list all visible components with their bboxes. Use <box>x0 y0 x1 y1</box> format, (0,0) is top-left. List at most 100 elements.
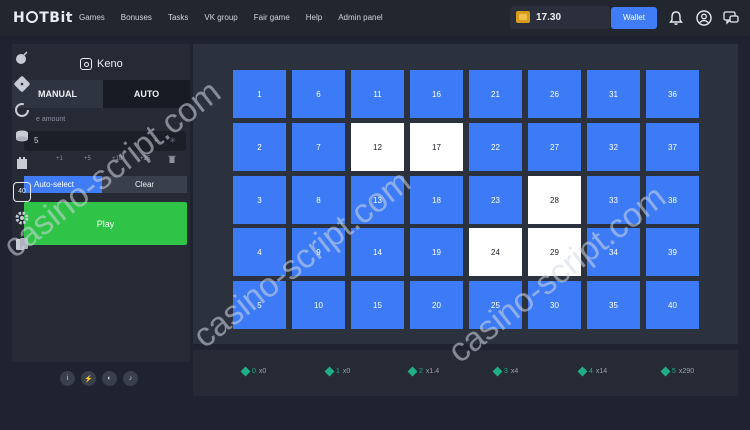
payout-multiplier: x1.4 <box>425 368 440 375</box>
nav-bonuses[interactable]: Bonuses <box>121 13 152 22</box>
keno-cell[interactable]: 4 <box>233 228 286 276</box>
chat-icon[interactable] <box>722 9 740 27</box>
keno-cell[interactable]: 36 <box>646 70 699 118</box>
nav-help[interactable]: Help <box>306 13 322 22</box>
keno-cell[interactable]: 30 <box>528 281 581 329</box>
profile-icon[interactable] <box>695 9 713 27</box>
top-bar: H TBit Games Bonuses Tasks VK group Fair … <box>0 0 750 36</box>
payout-multiplier: x14 <box>595 368 608 375</box>
site-logo[interactable]: H TBit <box>13 10 73 26</box>
shield-icon[interactable]: ◐ <box>102 371 117 386</box>
multiply-icon[interactable]: ✳ <box>169 131 176 151</box>
keno-cell[interactable]: 22 <box>469 123 522 171</box>
keno-cell[interactable]: 13 <box>351 176 404 224</box>
keno-game-icon[interactable]: 40 <box>13 182 31 202</box>
keno-cell[interactable]: 10 <box>292 281 345 329</box>
payout-multiplier: x4 <box>510 368 519 375</box>
nav-admin-panel[interactable]: Admin panel <box>338 13 382 22</box>
keno-cell[interactable]: 18 <box>410 176 463 224</box>
payout-item: 0 x0 <box>240 366 266 377</box>
keno-cell[interactable]: 20 <box>410 281 463 329</box>
payout-item: 1 x0 <box>324 366 351 377</box>
keno-cell[interactable]: 31 <box>587 70 640 118</box>
keno-cell[interactable]: 23 <box>469 176 522 224</box>
keno-cell[interactable]: 9 <box>292 228 345 276</box>
keno-cell[interactable]: 37 <box>646 123 699 171</box>
quick-bet-plus-10[interactable]: +10 <box>112 156 140 162</box>
keno-cell[interactable]: 28 <box>528 176 581 224</box>
keno-cell[interactable]: 15 <box>351 281 404 329</box>
keno-cell[interactable]: 27 <box>528 123 581 171</box>
tab-auto[interactable]: AUTO <box>103 80 190 108</box>
payout-hits: 5 <box>672 368 676 375</box>
keno-icon <box>80 58 92 70</box>
quick-bet-plus-1[interactable]: +1 <box>56 156 84 162</box>
keno-cell[interactable]: 34 <box>587 228 640 276</box>
quick-bet-plus-25[interactable]: +25 <box>140 156 168 162</box>
keno-cell[interactable]: 24 <box>469 228 522 276</box>
keno-cell[interactable]: 3 <box>233 176 286 224</box>
dice-icon[interactable] <box>14 76 30 92</box>
bet-amount-label: e amount <box>36 116 66 123</box>
info-icon[interactable]: i <box>60 371 75 386</box>
keno-cell[interactable]: 8 <box>292 176 345 224</box>
sound-icon[interactable]: ♪ <box>123 371 138 386</box>
keno-cell[interactable]: 40 <box>646 281 699 329</box>
keno-cell[interactable]: 33 <box>587 176 640 224</box>
keno-cell[interactable]: 16 <box>410 70 463 118</box>
payout-multiplier: x0 <box>342 368 351 375</box>
payout-hits: 0 <box>252 368 256 375</box>
lightning-icon[interactable]: ⚡ <box>81 371 96 386</box>
plus-icon[interactable]: + <box>153 131 158 151</box>
keno-cell[interactable]: 29 <box>528 228 581 276</box>
keno-cell[interactable]: 19 <box>410 228 463 276</box>
game-title-label: Keno <box>97 58 123 70</box>
keno-cell[interactable]: 11 <box>351 70 404 118</box>
clear-button[interactable]: Clear <box>102 176 187 193</box>
play-button[interactable]: Play <box>24 202 187 245</box>
nav-games[interactable]: Games <box>79 13 105 22</box>
balance-display: 17.30 <box>510 6 610 29</box>
keno-cell[interactable]: 35 <box>587 281 640 329</box>
payout-item: 4 x14 <box>577 366 608 377</box>
keno-cell[interactable]: 2 <box>233 123 286 171</box>
payout-hits: 4 <box>589 368 593 375</box>
payout-multiplier: x290 <box>678 368 695 375</box>
keno-cell[interactable]: 1 <box>233 70 286 118</box>
quick-bet-plus-5[interactable]: +5 <box>84 156 112 162</box>
payout-item: 3 x4 <box>492 366 519 377</box>
auto-select-button[interactable]: Auto-select <box>24 176 102 193</box>
keno-cell[interactable]: 12 <box>351 123 404 171</box>
keno-cell[interactable]: 32 <box>587 123 640 171</box>
keno-cell[interactable]: 7 <box>292 123 345 171</box>
cards-icon[interactable] <box>14 236 30 252</box>
nav-fair-game[interactable]: Fair game <box>254 13 290 22</box>
nav-tasks[interactable]: Tasks <box>168 13 188 22</box>
payout-hits: 3 <box>504 368 508 375</box>
tower-icon[interactable] <box>14 154 30 170</box>
keno-cell[interactable]: 17 <box>410 123 463 171</box>
wheel-icon[interactable] <box>14 102 30 118</box>
gem-icon <box>660 366 671 377</box>
panel-footer-icons: i ⚡ ◐ ♪ <box>60 371 138 386</box>
coins-icon <box>516 11 530 23</box>
gem-icon <box>407 366 418 377</box>
gear-icon[interactable] <box>14 210 30 226</box>
keno-cell[interactable]: 39 <box>646 228 699 276</box>
keno-cell[interactable]: 14 <box>351 228 404 276</box>
keno-cell[interactable]: 25 <box>469 281 522 329</box>
keno-cell[interactable]: 5 <box>233 281 286 329</box>
bet-amount-input[interactable]: 5 + ✳ <box>24 131 186 151</box>
bomb-icon[interactable] <box>14 50 30 66</box>
nav-vk-group[interactable]: VK group <box>204 13 237 22</box>
keno-cell[interactable]: 26 <box>528 70 581 118</box>
keno-cell[interactable]: 38 <box>646 176 699 224</box>
keno-cell[interactable]: 21 <box>469 70 522 118</box>
keno-cell[interactable]: 6 <box>292 70 345 118</box>
payout-hits: 1 <box>336 368 340 375</box>
wallet-button[interactable]: Wallet <box>611 7 657 29</box>
gem-icon <box>577 366 588 377</box>
bell-icon[interactable] <box>667 9 685 27</box>
trash-icon[interactable] <box>168 155 176 163</box>
coins-stack-icon[interactable] <box>14 128 30 144</box>
